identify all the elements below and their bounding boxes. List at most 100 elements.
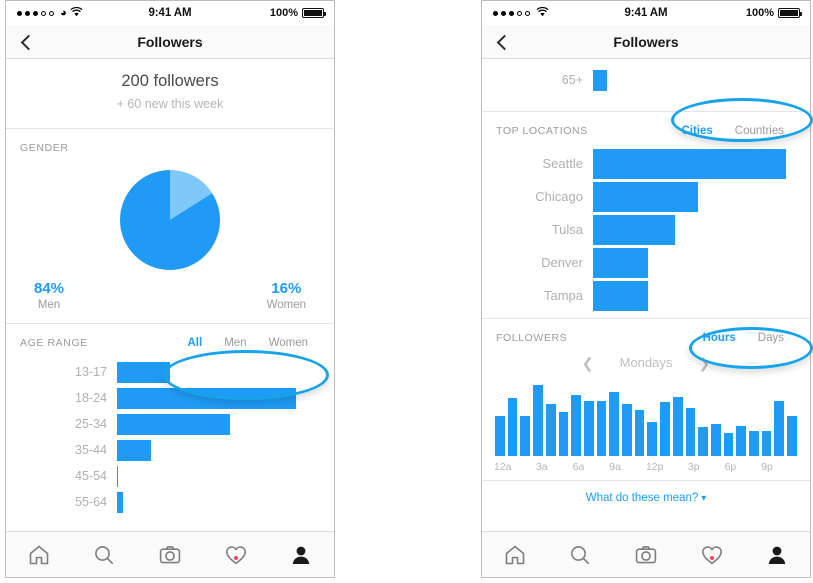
hour-tick-19 — [737, 461, 749, 473]
location-tab-cities[interactable]: Cities — [681, 125, 712, 137]
hour-bar-7p — [735, 426, 748, 456]
age-bar-35-44 — [116, 438, 152, 462]
hour-tick-14 — [676, 461, 688, 473]
location-bar-tulsa — [592, 213, 676, 246]
hour-bar-10p — [773, 400, 786, 456]
age-range-partial-chart: 65+ — [482, 65, 810, 99]
hour-bar-10a — [621, 403, 633, 456]
hour-tick-3: 3a — [535, 461, 548, 473]
location-label-seattle: Seattle — [542, 156, 583, 171]
hour-tick-8 — [597, 461, 609, 473]
gender-women: 16% Women — [267, 280, 306, 311]
men-percent: 84% — [34, 280, 65, 297]
tab-camera[interactable] — [613, 543, 679, 567]
hour-bar-4a — [544, 404, 557, 456]
hour-bar-2a — [519, 416, 532, 456]
tab-activity[interactable] — [203, 543, 269, 567]
tab-activity[interactable] — [679, 543, 745, 567]
age-tab-women[interactable]: Women — [269, 337, 308, 349]
hour-tick-6: 6a — [572, 461, 585, 473]
age-range-tabs[interactable]: All Men Women — [188, 337, 321, 349]
heart-icon — [225, 545, 246, 564]
age-label-45-54: 45-54 — [75, 469, 107, 483]
chevron-left-icon[interactable]: ❮ — [582, 356, 594, 370]
top-locations-header: TOP LOCATIONS Cities Countries — [482, 112, 810, 145]
location-label-tampa: Tampa — [543, 288, 583, 303]
battery-icon — [302, 8, 326, 18]
age-bar-45-54 — [116, 464, 119, 488]
age-range-section: AGE RANGE All Men Women 13-17 18-24 25-34 35-… — [6, 324, 334, 521]
hourly-chart: 12a 3a 6a 9a 12p 3p 6p 9p — [482, 376, 810, 480]
hour-bar-2p — [671, 397, 684, 456]
tab-home[interactable] — [482, 543, 548, 567]
followers-hours-tabs[interactable]: Hours Days — [703, 332, 796, 344]
page-title-left: Followers — [137, 33, 203, 50]
hourly-axis-labels: 12a 3a 6a 9a 12p 3p 6p 9p — [494, 461, 798, 480]
followers-count: 200 followers — [121, 72, 219, 90]
day-stepper[interactable]: ❮ Mondays ❯ — [482, 352, 810, 376]
women-percent: 16% — [271, 280, 302, 297]
top-locations-tabs[interactable]: Cities Countries — [681, 125, 796, 137]
followers-hours-header: FOLLOWERS Hours Days — [482, 319, 810, 352]
age-label-18-24: 18-24 — [75, 391, 107, 405]
what-do-these-mean-link[interactable]: What do these mean? ▾ — [482, 480, 810, 515]
tab-profile[interactable] — [744, 543, 810, 567]
hour-tick-18: 6p — [724, 461, 737, 473]
table-row: 35-44 — [6, 437, 334, 463]
hour-tick-12: 12p — [645, 461, 664, 473]
location-tab-countries[interactable]: Countries — [735, 125, 784, 137]
camera-icon — [635, 545, 657, 563]
hour-bar-9p — [760, 430, 773, 456]
camera-icon — [159, 545, 181, 563]
hour-tick-16 — [700, 461, 712, 473]
what-mean-label: What do these mean? — [585, 492, 699, 504]
chevron-right-icon[interactable]: ❯ — [698, 356, 710, 370]
activity-badge — [709, 555, 714, 560]
table-row: 65+ — [482, 67, 810, 93]
location-bar-chicago — [592, 180, 700, 213]
location-label-denver: Denver — [541, 255, 583, 270]
tab-camera[interactable] — [137, 543, 203, 567]
age-label-55-64: 55-64 — [75, 495, 107, 509]
table-row: Chicago — [482, 180, 810, 213]
hour-tick-2 — [524, 461, 536, 473]
search-icon — [95, 545, 114, 564]
hour-bar-8a — [595, 400, 608, 456]
nav-bar-right: Followers — [482, 25, 810, 59]
top-locations-title: TOP LOCATIONS — [496, 125, 588, 137]
followers-tab-hours[interactable]: Hours — [703, 332, 736, 344]
screenshot-stage: ◕ 9:41 AM 100% Followers 200 followers +… — [0, 0, 813, 583]
location-label-chicago: Chicago — [535, 189, 583, 204]
location-bar-seattle — [592, 147, 787, 180]
table-row: Denver — [482, 246, 810, 279]
hour-tick-5 — [560, 461, 572, 473]
tab-search[interactable] — [72, 543, 138, 567]
age-tab-all[interactable]: All — [188, 337, 203, 349]
day-label: Mondays — [619, 355, 673, 370]
age-label-65plus: 65+ — [561, 73, 583, 87]
age-tab-men[interactable]: Men — [224, 337, 246, 349]
age-range-title: AGE RANGE — [20, 337, 88, 349]
followers-hours-section: FOLLOWERS Hours Days ❮ Mondays ❯ 12a 3a 6a 9… — [482, 319, 810, 480]
tab-bar-right[interactable] — [482, 531, 810, 577]
age-bar-65plus — [592, 68, 608, 92]
tab-search[interactable] — [548, 543, 614, 567]
followers-tab-days[interactable]: Days — [758, 332, 784, 344]
hour-tick-23 — [786, 461, 798, 473]
table-row: 45-54 — [6, 463, 334, 489]
followers-new: + 60 new this week — [116, 97, 224, 111]
table-row: 25-34 — [6, 411, 334, 437]
followers-summary: 200 followers + 60 new this week — [6, 59, 334, 129]
chevron-down-icon: ▾ — [701, 493, 707, 504]
hour-bar-8p — [748, 430, 760, 456]
battery-percent-right: 100% — [745, 7, 774, 19]
tab-bar-left[interactable] — [6, 531, 334, 577]
hour-tick-9: 9a — [609, 461, 621, 473]
back-button-left[interactable] — [20, 36, 32, 48]
status-bar-right: 9:41 AM 100% — [482, 1, 810, 25]
tab-profile[interactable] — [268, 543, 334, 567]
gender-pie-chart — [120, 170, 220, 270]
hour-tick-11 — [634, 461, 646, 473]
back-button-right[interactable] — [496, 36, 508, 48]
tab-home[interactable] — [6, 543, 72, 567]
